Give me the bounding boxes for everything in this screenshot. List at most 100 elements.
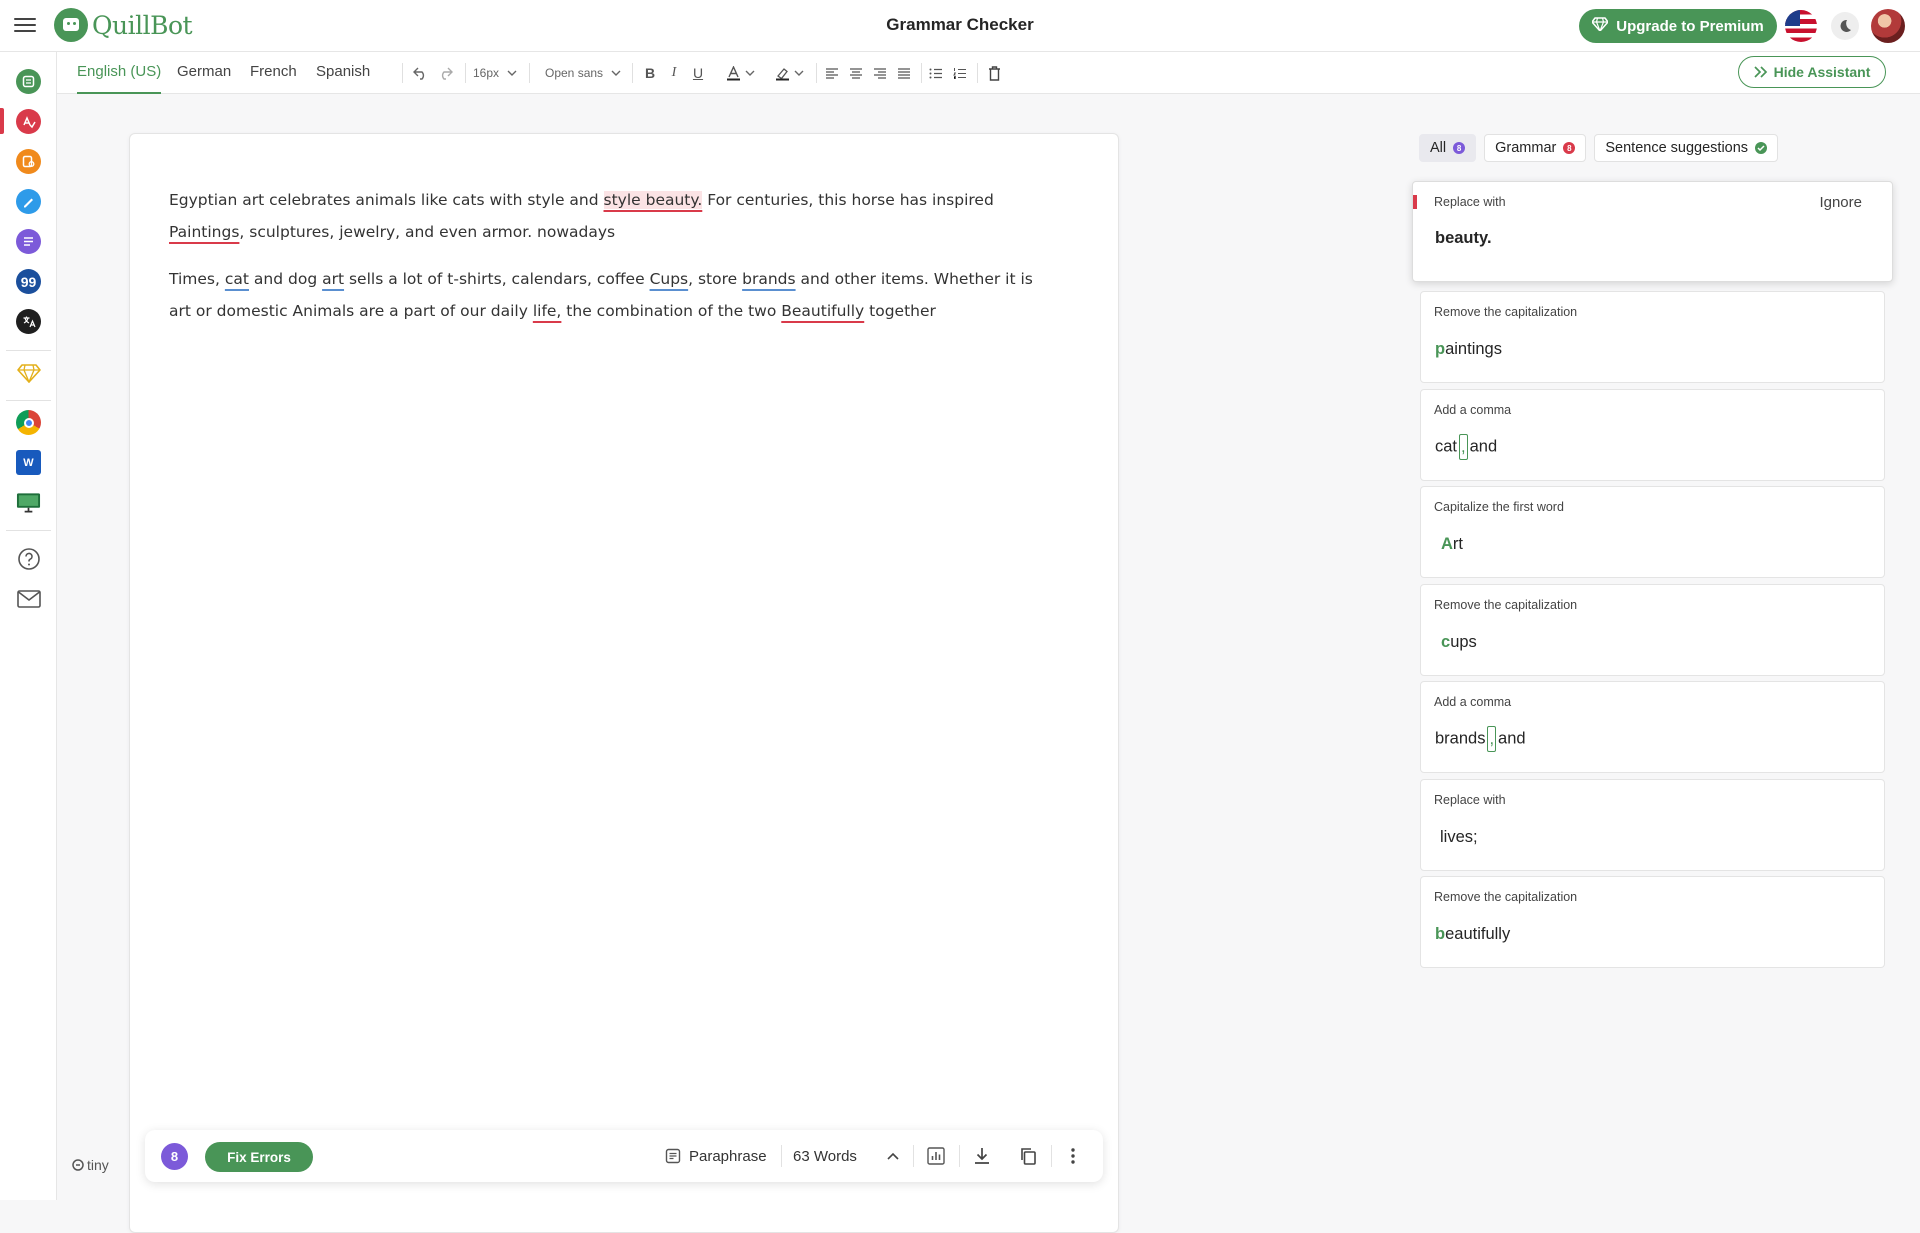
suggestion-value[interactable]: cat, and xyxy=(1435,434,1497,460)
sidebar-item-summarizer[interactable] xyxy=(16,229,41,254)
flagged-word-life[interactable]: life, xyxy=(533,302,562,320)
fix-errors-button[interactable]: Fix Errors xyxy=(205,1142,313,1172)
inserted-comma: , xyxy=(1459,434,1468,460)
suggestion-label: Add a comma xyxy=(1434,695,1512,709)
help-icon xyxy=(17,547,40,570)
upgrade-button[interactable]: Upgrade to Premium xyxy=(1579,9,1777,43)
sidebar-item-premium[interactable] xyxy=(16,360,41,385)
text-color-button[interactable] xyxy=(720,62,760,84)
language-tab-german[interactable]: German xyxy=(177,52,231,94)
word-count[interactable]: 63 Words xyxy=(793,1144,857,1168)
user-avatar[interactable] xyxy=(1871,9,1905,43)
suggestion-card-4[interactable]: Capitalize the first word Art xyxy=(1420,486,1885,578)
sidebar-divider xyxy=(6,400,51,401)
tab-sentence-suggestions[interactable]: Sentence suggestions xyxy=(1594,134,1779,162)
flagged-word-art[interactable]: art xyxy=(322,270,344,288)
flagged-word-style-beauty[interactable]: style beauty. xyxy=(603,191,703,209)
italic-button[interactable]: I xyxy=(664,62,684,84)
suggestion-value[interactable]: brands, and xyxy=(1435,726,1526,752)
suggestion-value[interactable]: beautifully xyxy=(1435,925,1510,944)
error-count-badge[interactable]: 8 xyxy=(161,1143,188,1170)
word-count-expand-button[interactable] xyxy=(887,1144,899,1168)
suggestion-before: cat xyxy=(1435,437,1458,456)
more-vertical-icon xyxy=(1071,1148,1075,1164)
align-left-button[interactable] xyxy=(822,62,842,84)
flagged-word-cups[interactable]: Cups xyxy=(650,270,689,288)
sidebar-item-ai-humanizer[interactable] xyxy=(16,189,41,214)
language-tab-english-us[interactable]: English (US) xyxy=(77,52,162,94)
font-size-select[interactable]: 16px xyxy=(473,62,517,84)
sidebar-item-grammar-checker[interactable] xyxy=(16,109,41,134)
flagged-word-paintings[interactable]: Paintings xyxy=(169,223,239,241)
suggestion-card-7[interactable]: Replace with lives; xyxy=(1420,779,1885,871)
undo-button[interactable] xyxy=(409,62,431,84)
tab-sentence-suggestions-label: Sentence suggestions xyxy=(1605,140,1749,156)
sidebar-item-translator[interactable] xyxy=(16,309,41,334)
editor-content[interactable]: Egyptian art celebrates animals like cat… xyxy=(169,184,1049,342)
align-right-button[interactable] xyxy=(870,62,890,84)
bold-button[interactable]: B xyxy=(640,62,660,84)
editor-text-span: , sculptures, jewelry, and even armor. n… xyxy=(239,223,616,241)
align-justify-button[interactable] xyxy=(894,62,914,84)
chevron-down-icon xyxy=(794,70,803,76)
bar-chart-icon xyxy=(927,1147,945,1165)
redo-button[interactable] xyxy=(434,62,456,84)
sidebar-item-chrome-extension[interactable] xyxy=(16,410,41,435)
menu-icon[interactable] xyxy=(14,14,36,36)
tab-all[interactable]: All 8 xyxy=(1419,134,1477,162)
sidebar-item-help[interactable] xyxy=(16,546,41,571)
ignore-button[interactable]: Ignore xyxy=(1819,194,1862,211)
sidebar: 99 W xyxy=(0,52,57,1200)
sidebar-item-desktop-app[interactable] xyxy=(16,490,41,515)
suggestion-card-1[interactable]: Replace with Ignore beauty. xyxy=(1412,181,1893,282)
language-tab-french[interactable]: French xyxy=(250,52,297,94)
paraphrase-button[interactable]: Paraphrase xyxy=(665,1144,767,1168)
download-button[interactable] xyxy=(973,1144,991,1168)
suggestion-rest: eautifully xyxy=(1445,925,1511,943)
align-center-button[interactable] xyxy=(846,62,866,84)
suggestion-card-5[interactable]: Remove the capitalization cups xyxy=(1420,584,1885,676)
clear-text-button[interactable] xyxy=(984,62,1004,84)
highlighter-icon xyxy=(775,67,789,80)
bullet-list-button[interactable] xyxy=(926,62,946,84)
flagged-word-beautifully[interactable]: Beautifully xyxy=(781,302,864,320)
tab-grammar[interactable]: Grammar 8 xyxy=(1484,134,1587,162)
suggestion-value[interactable]: paintings xyxy=(1435,340,1502,359)
suggestion-card-6[interactable]: Add a comma brands, and xyxy=(1420,681,1885,773)
undo-icon xyxy=(412,67,424,80)
dark-mode-toggle[interactable] xyxy=(1831,12,1859,40)
suggestion-value[interactable]: Art xyxy=(1441,535,1463,554)
font-family-select[interactable]: Open sans xyxy=(545,62,621,84)
toolbar-separator xyxy=(921,63,922,83)
suggestion-value[interactable]: cups xyxy=(1441,633,1477,652)
logo[interactable]: QuillBot xyxy=(54,8,193,42)
language-tab-spanish[interactable]: Spanish xyxy=(316,52,370,94)
copy-button[interactable] xyxy=(1019,1144,1037,1168)
suggestion-card-3[interactable]: Add a comma cat, and xyxy=(1420,389,1885,481)
highlight-color-button[interactable] xyxy=(769,62,809,84)
flagged-word-cat[interactable]: cat xyxy=(225,270,249,288)
hide-assistant-button[interactable]: Hide Assistant xyxy=(1738,56,1886,88)
suggestion-card-2[interactable]: Remove the capitalization paintings xyxy=(1420,291,1885,383)
sidebar-item-paraphraser[interactable] xyxy=(16,69,41,94)
text-editor[interactable]: Egyptian art celebrates animals like cat… xyxy=(129,133,1119,1233)
sidebar-item-ai-detector[interactable] xyxy=(16,149,41,174)
numbered-list-button[interactable] xyxy=(950,62,970,84)
more-options-button[interactable] xyxy=(1071,1144,1075,1168)
sidebar-item-contact[interactable] xyxy=(16,586,41,611)
editor-text-span: Times, xyxy=(169,270,225,288)
suggestion-value[interactable]: lives; xyxy=(1440,828,1478,847)
underline-button[interactable]: U xyxy=(688,62,708,84)
suggestion-value[interactable]: beauty. xyxy=(1435,229,1492,248)
diamond-icon xyxy=(1591,17,1609,35)
sidebar-item-citation-generator[interactable]: 99 xyxy=(16,269,41,294)
changed-letter: b xyxy=(1435,925,1446,943)
sidebar-item-word-addin[interactable]: W xyxy=(16,450,41,475)
font-size-value: 16px xyxy=(473,66,500,80)
flagged-word-brands[interactable]: brands xyxy=(742,270,795,288)
tiny-logo-icon xyxy=(72,1159,84,1171)
us-flag-icon[interactable] xyxy=(1785,10,1817,42)
suggestion-card-8[interactable]: Remove the capitalization beautifully xyxy=(1420,876,1885,968)
statistics-button[interactable] xyxy=(927,1144,945,1168)
redo-icon xyxy=(441,67,453,80)
